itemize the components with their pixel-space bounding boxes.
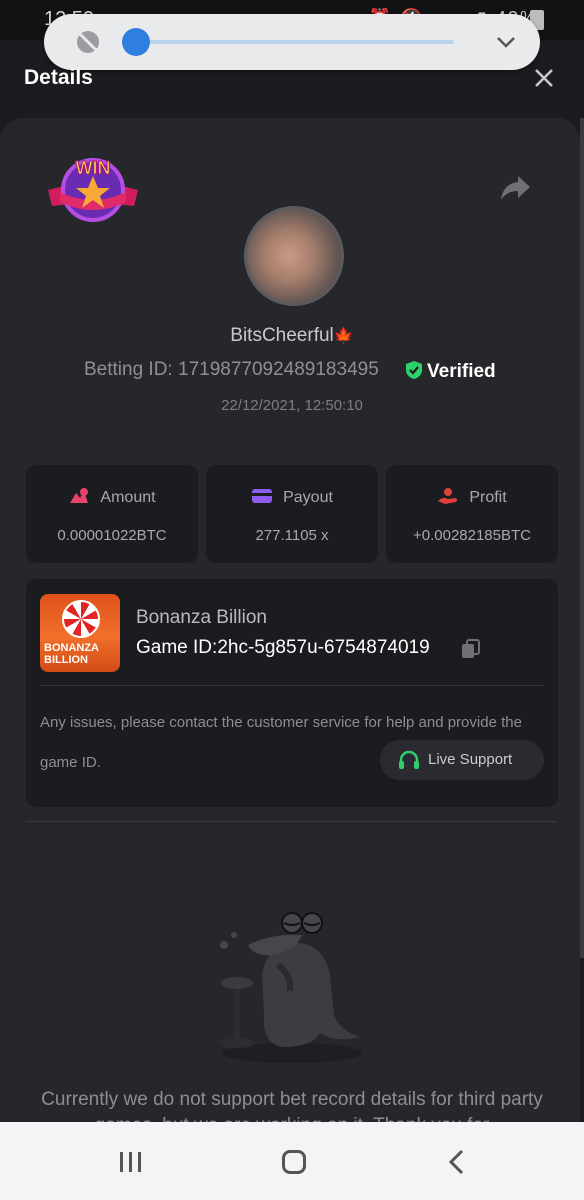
live-support-label: Live Support <box>428 751 513 768</box>
game-id-label: Game ID: <box>136 637 218 658</box>
divider <box>40 685 544 686</box>
verified-badge: Verified <box>404 360 496 383</box>
close-icon[interactable] <box>532 66 556 90</box>
game-id-value: 2hc-5g857u-6754874019 <box>217 637 430 658</box>
username: BitsCheerful🍁 <box>0 325 584 347</box>
game-thumbnail-title: BONANZA BILLION <box>44 642 99 666</box>
headset-icon <box>399 750 419 769</box>
stat-card-amount: Amount 0.00001022BTC <box>26 465 198 563</box>
win-badge-icon: WIN <box>48 158 138 222</box>
stat-label-amount: Amount <box>100 489 156 506</box>
shield-check-icon <box>406 361 422 379</box>
betting-id: Betting ID: 1719877092489183495 <box>84 359 379 381</box>
share-icon[interactable] <box>500 174 530 202</box>
stat-card-payout: Payout 277.1105 x <box>206 465 378 563</box>
copy-icon[interactable] <box>460 638 482 660</box>
stat-label-profit: Profit <box>469 489 507 506</box>
game-id: Game ID:2hc-5g857u-6754874019 <box>136 637 430 659</box>
stat-card-profit: Profit +0.00282185BTC <box>386 465 558 563</box>
username-text: BitsCheerful <box>230 325 334 346</box>
divider <box>26 821 556 822</box>
coins-icon <box>70 488 89 503</box>
volume-slider-knob[interactable] <box>122 28 150 56</box>
volume-panel <box>44 14 540 70</box>
scrollbar[interactable] <box>580 118 584 958</box>
volume-track[interactable] <box>136 40 454 44</box>
stat-value-amount: 0.00001022BTC <box>57 527 167 544</box>
win-badge-text: WIN <box>76 158 111 178</box>
game-name: Bonanza Billion <box>136 607 267 628</box>
recent-apps-icon[interactable] <box>118 1150 144 1174</box>
chevron-down-icon[interactable] <box>494 30 518 54</box>
crocodile-illustration <box>219 912 362 1063</box>
page-title: Details <box>24 66 93 89</box>
stat-value-payout: 277.1105 x <box>255 527 329 544</box>
system-nav-bar <box>0 1122 584 1200</box>
home-icon[interactable] <box>282 1150 306 1174</box>
stat-value-profit: +0.00282185BTC <box>412 527 531 544</box>
bet-timestamp: 22/12/2021, 12:50:10 <box>221 397 363 414</box>
candy-icon <box>62 600 100 638</box>
betting-id-value: 1719877092489183495 <box>178 359 379 380</box>
verified-label: Verified <box>427 361 496 382</box>
avatar <box>244 206 344 306</box>
maple-leaf-icon: 🍁 <box>333 328 354 345</box>
game-card: BONANZA BILLION Bonanza Billion Game ID:… <box>26 579 558 807</box>
game-thumbnail[interactable]: BONANZA BILLION <box>40 594 120 672</box>
mute-icon[interactable] <box>74 28 102 56</box>
betting-id-label: Betting ID: <box>84 359 173 380</box>
wallet-icon <box>252 489 273 503</box>
live-support-button[interactable]: Live Support <box>380 740 544 780</box>
back-icon[interactable] <box>446 1148 468 1176</box>
hand-coin-icon <box>438 488 458 504</box>
stat-label-payout: Payout <box>283 489 333 506</box>
